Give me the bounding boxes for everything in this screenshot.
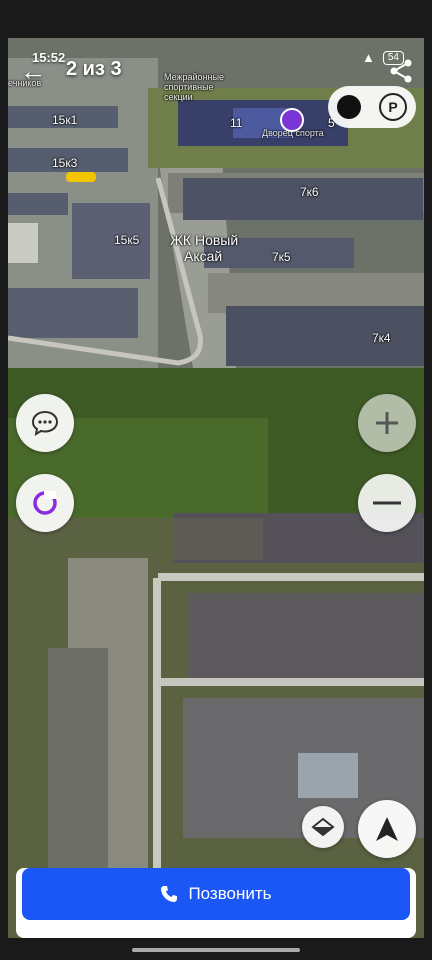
map-label-building: 15к3	[52, 156, 78, 170]
layers-control[interactable]: P	[328, 86, 416, 128]
alice-icon	[33, 491, 57, 515]
alice-button[interactable]	[16, 474, 74, 532]
tilt-icon	[311, 817, 335, 837]
zoom-out-icon	[373, 501, 401, 505]
map-label-building: 15к1	[52, 113, 78, 127]
layer-toggle-icon[interactable]	[337, 95, 361, 119]
map-label-building: 15к5	[114, 233, 140, 247]
share-icon[interactable]	[384, 54, 418, 88]
zoom-in-icon	[376, 412, 398, 434]
parking-icon[interactable]: P	[379, 93, 407, 121]
map-label-building: 7к5	[272, 250, 291, 264]
sport-poi-icon[interactable]	[280, 108, 304, 132]
map-label-building: 7к6	[300, 185, 319, 199]
chat-icon	[31, 410, 59, 437]
call-button-label: Позвонить	[188, 884, 272, 903]
chat-button[interactable]	[16, 394, 74, 452]
zoom-in-button[interactable]	[358, 394, 416, 452]
map-label-complex-line2: Аксай	[184, 248, 223, 264]
compass-button[interactable]	[358, 800, 416, 858]
screen: ечников Межрайонные спортивные секции 11…	[0, 0, 432, 960]
compass-icon	[376, 817, 398, 841]
map-label-complex-line1: ЖК Новый	[170, 232, 239, 248]
phone-icon	[161, 886, 178, 902]
map-label-school-3: секции	[164, 92, 193, 102]
home-indicator[interactable]	[132, 948, 300, 952]
photo-counter: 2 из 3	[66, 58, 122, 80]
map-label-building: 7к4	[372, 331, 391, 345]
tilt-button[interactable]	[302, 806, 344, 848]
back-arrow-icon[interactable]: ←	[16, 54, 50, 88]
zoom-out-button[interactable]	[358, 474, 416, 532]
map-label-sport-number: 11	[230, 116, 243, 130]
call-button[interactable]: Позвонить	[22, 868, 410, 920]
